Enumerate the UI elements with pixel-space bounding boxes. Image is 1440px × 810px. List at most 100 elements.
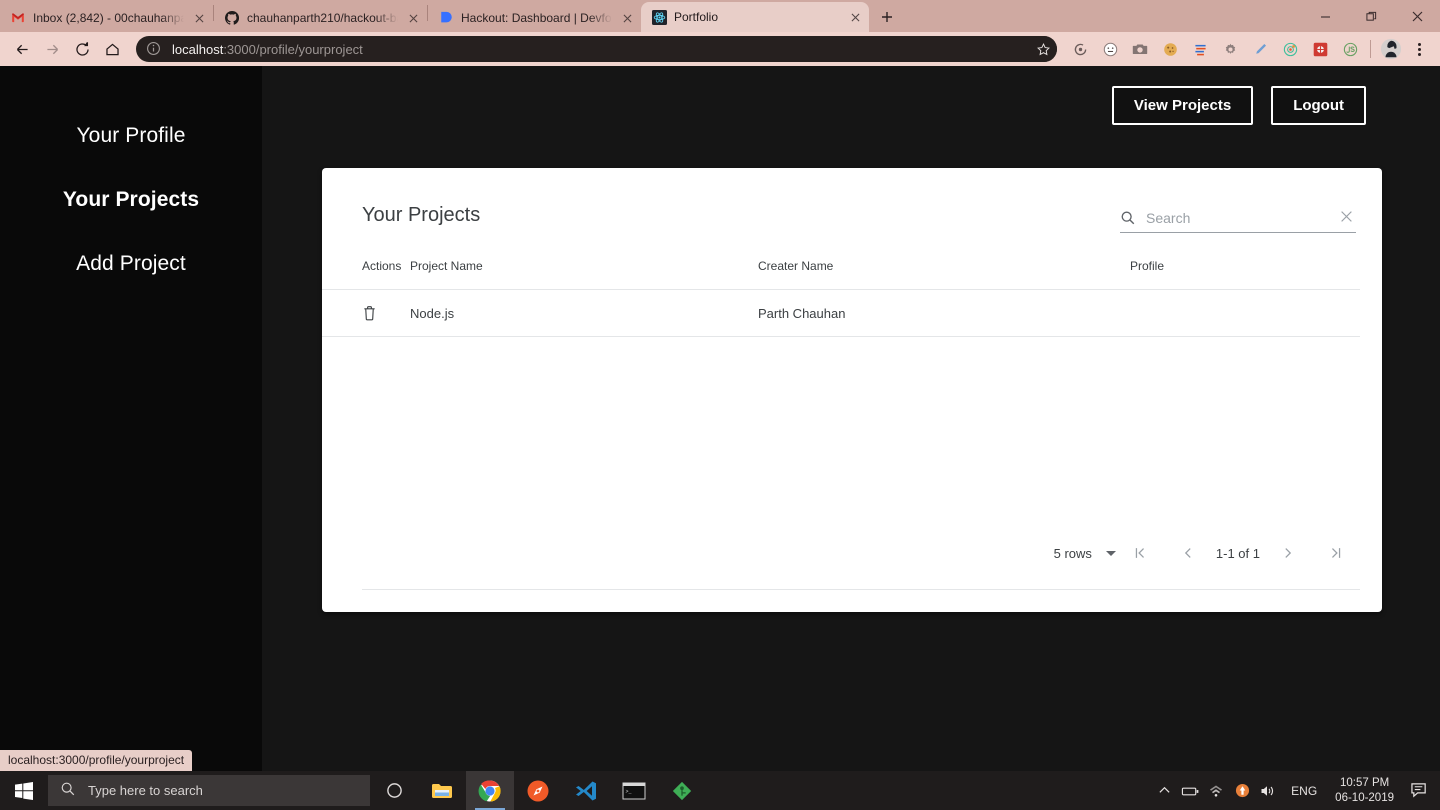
volume-icon[interactable] xyxy=(1255,771,1281,810)
extensions-bar xyxy=(1065,34,1432,64)
language-indicator[interactable]: ENG xyxy=(1281,784,1327,798)
windows-icon[interactable] xyxy=(0,771,48,810)
three-dots-icon[interactable] xyxy=(1406,34,1432,64)
window-controls xyxy=(1302,0,1440,32)
new-tab-button[interactable] xyxy=(873,3,901,31)
info-icon[interactable] xyxy=(146,41,162,57)
table-row[interactable]: Node.js Parth Chauhan xyxy=(322,289,1360,337)
github-icon xyxy=(224,10,240,26)
projects-table: Actions Project Name Creater Name Profil… xyxy=(322,255,1360,337)
update-icon[interactable] xyxy=(1229,771,1255,810)
vscode-icon[interactable] xyxy=(562,771,610,810)
search-input[interactable] xyxy=(1146,210,1330,226)
cell-actions xyxy=(322,289,410,337)
logout-button[interactable]: Logout xyxy=(1271,86,1366,125)
nodejs-icon[interactable] xyxy=(1335,34,1365,64)
file-explorer-icon[interactable] xyxy=(418,771,466,810)
cell-project-name: Node.js xyxy=(410,289,758,337)
main-content: View Projects Logout Your Projects Searc… xyxy=(262,66,1440,771)
opera-icon[interactable] xyxy=(514,771,562,810)
tab-title: Portfolio xyxy=(674,10,719,24)
taskbar: Type here to search >_ ENG 10:57 PM 06-1… xyxy=(0,771,1440,810)
first-page-icon[interactable] xyxy=(1116,545,1164,561)
clock[interactable]: 10:57 PM 06-10-2019 xyxy=(1327,776,1402,806)
last-page-icon[interactable] xyxy=(1312,545,1360,561)
terminal-icon[interactable]: >_ xyxy=(610,771,658,810)
browser-tab-gmail[interactable]: Inbox (2,842) - 00chauhanparth@ xyxy=(0,4,213,32)
cortana-circle-icon[interactable] xyxy=(370,771,418,810)
home-icon[interactable] xyxy=(98,35,126,63)
table-body: Node.js Parth Chauhan xyxy=(322,289,1360,337)
action-center-icon[interactable] xyxy=(1402,771,1436,810)
sidebar-item-your-profile[interactable]: Your Profile xyxy=(77,124,186,148)
equalizer-icon[interactable] xyxy=(1185,34,1215,64)
cell-creater-name: Parth Chauhan xyxy=(758,289,1130,337)
sourcetree-icon[interactable] xyxy=(658,771,706,810)
system-tray: ENG 10:57 PM 06-10-2019 xyxy=(1151,771,1440,810)
pagination-range-label: 1-1 of 1 xyxy=(1215,545,1260,561)
taskbar-search-placeholder: Type here to search xyxy=(88,783,203,798)
pen-icon[interactable] xyxy=(1245,34,1275,64)
search-icon xyxy=(1120,210,1136,226)
taskbar-search[interactable]: Type here to search xyxy=(48,775,370,806)
screenshot-camera-icon[interactable] xyxy=(1125,34,1155,64)
browser-window: Inbox (2,842) - 00chauhanparth@ chauhanp… xyxy=(0,0,1440,810)
reload-icon[interactable] xyxy=(68,35,96,63)
chrome-icon[interactable] xyxy=(466,771,514,810)
column-header-project-name: Project Name xyxy=(410,259,483,273)
cookie-icon[interactable] xyxy=(1155,34,1185,64)
close-icon[interactable] xyxy=(1394,0,1440,32)
cell-profile xyxy=(1130,289,1360,337)
tab-title: Inbox (2,842) - 00chauhanparth@ xyxy=(33,11,184,25)
avatar-icon[interactable] xyxy=(1376,34,1406,64)
url-host: localhost xyxy=(172,41,224,57)
rows-per-page-select[interactable]: 5 rows xyxy=(1054,546,1116,561)
chevron-down-icon[interactable] xyxy=(1105,550,1116,556)
tab-title: chauhanparth210/hackout-backe xyxy=(247,11,398,25)
clock-date: 06-10-2019 xyxy=(1335,791,1394,804)
sidebar-item-your-projects[interactable]: Your Projects xyxy=(63,188,199,212)
bug-icon[interactable] xyxy=(1305,34,1335,64)
browser-tab-github[interactable]: chauhanparth210/hackout-backe xyxy=(214,4,427,32)
chevron-up-icon[interactable] xyxy=(1151,771,1177,810)
omnibox-toolbar: localhost:3000/profile/yourproject xyxy=(0,32,1440,66)
close-icon[interactable] xyxy=(405,10,421,26)
column-header-profile: Profile xyxy=(1130,259,1165,273)
table-header: Actions Project Name Creater Name Profil… xyxy=(322,255,1360,290)
top-actions: View Projects Logout xyxy=(1111,86,1366,125)
address-bar[interactable]: localhost:3000/profile/yourproject xyxy=(136,36,1057,62)
back-arrow-icon[interactable] xyxy=(8,35,36,63)
close-icon[interactable] xyxy=(191,10,207,26)
status-bar: localhost:3000/profile/yourproject xyxy=(0,750,193,771)
toolbar-divider xyxy=(1370,40,1371,58)
battery-icon[interactable] xyxy=(1177,771,1203,810)
emoji-icon[interactable] xyxy=(1095,34,1125,64)
close-icon[interactable] xyxy=(619,10,635,26)
page-content: Your Profile Your Projects Add Project V… xyxy=(0,66,1440,771)
next-page-icon[interactable] xyxy=(1264,545,1312,561)
forward-arrow-icon[interactable] xyxy=(38,35,66,63)
star-icon[interactable] xyxy=(1029,36,1057,62)
sidebar: Your Profile Your Projects Add Project xyxy=(0,66,262,771)
tab-title: Hackout: Dashboard | Devfolio xyxy=(461,11,612,25)
browser-tab-portfolio[interactable]: Portfolio xyxy=(641,2,869,32)
search-field[interactable] xyxy=(1120,210,1356,233)
close-icon[interactable] xyxy=(1340,210,1356,226)
browser-tab-devfolio[interactable]: Hackout: Dashboard | Devfolio xyxy=(428,4,641,32)
sidebar-item-add-project[interactable]: Add Project xyxy=(76,252,186,276)
wifi-icon[interactable] xyxy=(1203,771,1229,810)
column-header-actions: Actions xyxy=(362,259,402,273)
minimize-icon[interactable] xyxy=(1302,0,1348,32)
maximize-icon[interactable] xyxy=(1348,0,1394,32)
page-title: Your Projects xyxy=(362,204,481,226)
prev-page-icon[interactable] xyxy=(1164,545,1212,561)
clarity-icon[interactable] xyxy=(1065,34,1095,64)
trash-icon[interactable] xyxy=(362,304,410,322)
target-icon[interactable] xyxy=(1275,34,1305,64)
gmail-icon xyxy=(10,10,26,26)
gear-icon[interactable] xyxy=(1215,34,1245,64)
view-projects-button[interactable]: View Projects xyxy=(1111,86,1254,125)
svg-text:>_: >_ xyxy=(626,789,633,795)
close-icon[interactable] xyxy=(847,9,863,25)
table-header-row: Actions Project Name Creater Name Profil… xyxy=(322,255,1360,290)
